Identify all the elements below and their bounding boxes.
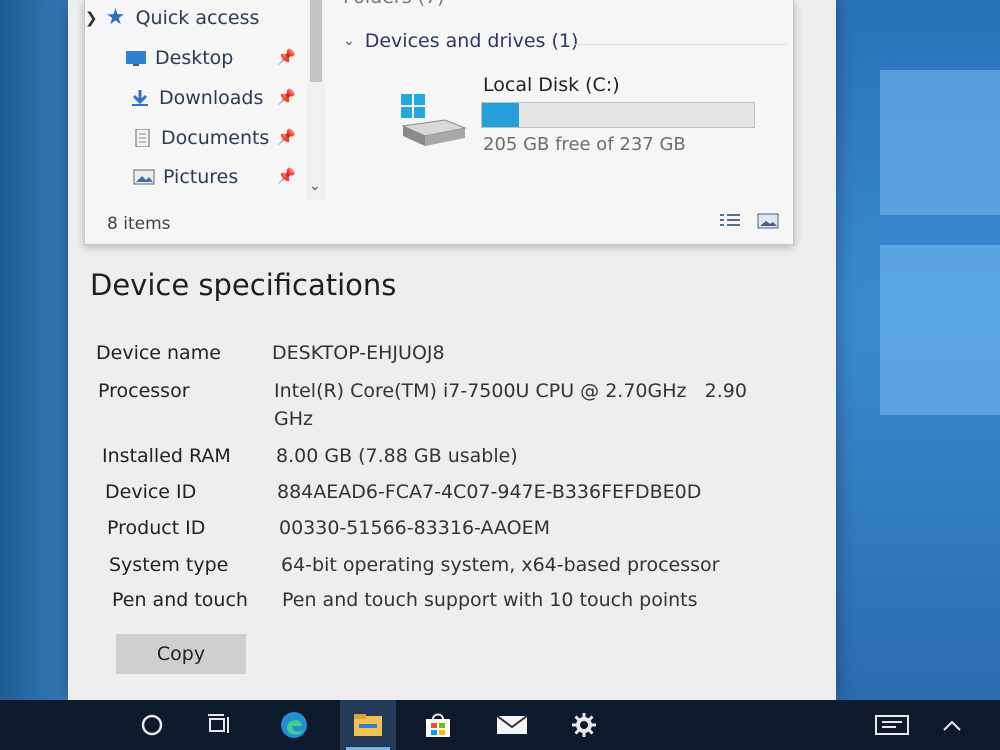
navigation-pane: ❯ ★ Quick access Desktop 📌 Downloads 📌 D… xyxy=(85,0,325,205)
spec-label: Installed RAM xyxy=(102,445,231,467)
devices-and-drives-header[interactable]: ⌄ Devices and drives (1) xyxy=(343,30,578,52)
drive-usage-fill xyxy=(482,103,519,127)
spec-label: Product ID xyxy=(107,517,206,539)
copy-button[interactable]: Copy xyxy=(116,634,246,674)
pin-icon[interactable]: 📌 xyxy=(277,167,296,185)
nav-item-pictures[interactable]: Pictures xyxy=(133,162,238,192)
document-icon xyxy=(131,128,153,148)
search-icon[interactable] xyxy=(124,700,180,750)
pin-icon[interactable]: 📌 xyxy=(277,48,296,66)
drive-name[interactable]: Local Disk (C:) xyxy=(483,74,620,96)
pin-icon[interactable]: 📌 xyxy=(277,88,296,106)
nav-label: Pictures xyxy=(163,166,239,188)
spec-label: System type xyxy=(109,554,229,576)
windows-logo-tile xyxy=(880,245,1000,415)
drive-usage-bar xyxy=(481,102,755,128)
nav-quick-access[interactable]: ❯ ★ Quick access xyxy=(85,3,259,33)
spec-value: DESKTOP-EHJUOJ8 xyxy=(272,342,445,364)
nav-item-downloads[interactable]: Downloads xyxy=(129,83,263,113)
large-icons-view-icon[interactable] xyxy=(757,212,779,230)
file-explorer-icon[interactable] xyxy=(340,700,396,750)
nav-label: Quick access xyxy=(135,7,260,29)
nav-label: Downloads xyxy=(159,87,264,109)
nav-item-documents[interactable]: Documents xyxy=(131,123,269,153)
spec-label: Pen and touch xyxy=(112,589,248,611)
chevron-down-icon[interactable]: ⌄ xyxy=(343,33,355,49)
spec-value: Intel(R) Core(TM) i7-7500U CPU @ 2.70GHz… xyxy=(274,380,747,402)
spec-value: 64-bit operating system, x64-based proce… xyxy=(281,554,720,576)
details-view-icon[interactable] xyxy=(719,212,741,230)
spec-value: Pen and touch support with 10 touch poin… xyxy=(282,589,698,611)
nav-item-desktop[interactable]: Desktop xyxy=(125,43,233,73)
nav-label: Documents xyxy=(161,127,270,149)
notifications-icon[interactable] xyxy=(864,700,920,750)
divider xyxy=(572,44,787,45)
spec-value-continued: GHz xyxy=(274,408,313,430)
nav-label: Desktop xyxy=(155,47,234,69)
pin-icon[interactable]: 📌 xyxy=(277,128,296,146)
scroll-thumb[interactable] xyxy=(310,0,322,82)
nav-scrollbar[interactable]: ⌄ xyxy=(307,0,325,200)
mail-icon[interactable] xyxy=(484,700,540,750)
pictures-icon xyxy=(133,168,155,186)
item-count: 8 items xyxy=(107,214,171,234)
chevron-down-icon[interactable]: ⌄ xyxy=(309,178,321,194)
spec-value: 8.00 GB (7.88 GB usable) xyxy=(276,445,518,467)
spec-label: Processor xyxy=(98,380,190,402)
chevron-down-icon[interactable]: ❯ xyxy=(85,9,98,27)
spec-label: Device name xyxy=(96,342,221,364)
star-icon: ★ xyxy=(105,5,126,30)
taskbar xyxy=(0,700,1000,750)
download-arrow-icon xyxy=(129,89,151,107)
windows-logo-tile xyxy=(880,70,1000,215)
settings-gear-icon[interactable] xyxy=(556,700,612,750)
store-icon[interactable] xyxy=(410,700,466,750)
spec-value: 00330-51566-83316-AAOEM xyxy=(279,517,551,539)
drive-icon[interactable] xyxy=(399,92,469,148)
spec-label: Device ID xyxy=(105,481,197,503)
device-specifications-title: Device specifications xyxy=(90,268,397,302)
spec-value: 884AEAD6-FCA7-4C07-947E-B336FEFDBE0D xyxy=(277,481,702,503)
task-view-icon[interactable] xyxy=(192,700,248,750)
chevron-up-icon[interactable] xyxy=(924,700,980,750)
edge-icon[interactable] xyxy=(266,700,322,750)
drive-free-space: 205 GB free of 237 GB xyxy=(483,134,686,155)
desktop-icon xyxy=(125,49,147,67)
folders-header[interactable]: Folders (7) xyxy=(343,0,445,8)
file-explorer-window: Folders (7) ❯ ★ Quick access Desktop 📌 D… xyxy=(84,0,794,245)
